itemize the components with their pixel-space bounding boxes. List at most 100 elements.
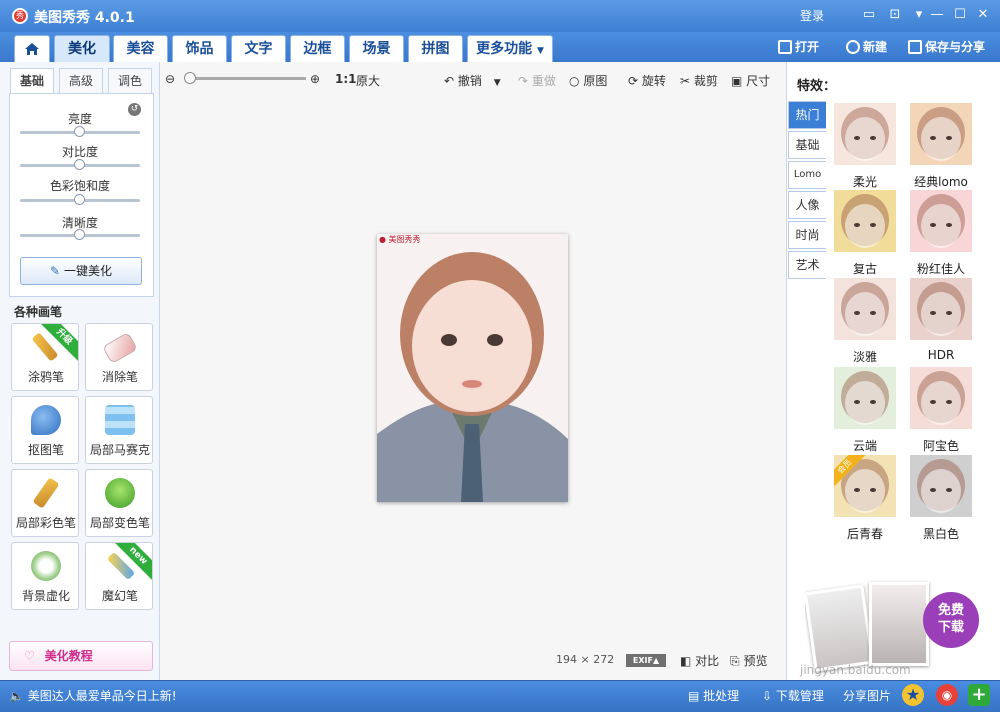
resize-label: 尺寸 (746, 74, 771, 88)
star-icon[interactable]: ★ (902, 684, 924, 706)
tool-label: 消除笔 (101, 370, 138, 384)
add-icon[interactable]: + (968, 684, 990, 706)
effect-preview (834, 190, 896, 252)
cutout-pen-tool[interactable]: 抠图笔 (11, 396, 79, 464)
resize-button[interactable]: ▣ 尺寸 (731, 72, 770, 89)
effect-thumbnail[interactable] (910, 190, 972, 252)
color-pen-tool[interactable]: 局部彩色笔 (11, 469, 79, 537)
new-button[interactable]: 新建 (846, 38, 887, 55)
compare-button[interactable]: ◧ 对比 (680, 652, 719, 669)
save-label: 保存与分享 (925, 40, 986, 54)
subtab-color[interactable]: 调色 (108, 68, 152, 94)
minimize-icon[interactable]: — (928, 6, 946, 24)
tab-beautify[interactable]: 美化 (54, 35, 110, 62)
effect-thumbnail[interactable] (910, 103, 972, 165)
rotate-button[interactable]: ⟳ 旋转 (628, 72, 666, 89)
scissors-icon: ✂ (680, 74, 691, 88)
news-ticker[interactable]: 🔈 美图达人最爱单品今日上新! (9, 687, 177, 704)
undo-button[interactable]: ↶ 撤销 ▼ (444, 72, 501, 89)
sharpness-slider-knob[interactable] (74, 229, 85, 240)
batch-label: 批处理 (703, 689, 740, 703)
effect-thumbnail[interactable] (834, 103, 896, 165)
ad-banner[interactable]: 免费 下载 (805, 580, 995, 675)
save-share-button[interactable]: 保存与分享 (908, 38, 985, 55)
fx-tab-fashion[interactable]: 时尚 (788, 221, 826, 249)
home-tab[interactable] (14, 35, 50, 62)
fx-tab-portrait[interactable]: 人像 (788, 191, 826, 219)
mosaic-tool[interactable]: 局部马赛克 (85, 396, 153, 464)
weibo-icon[interactable]: ◉ (936, 684, 958, 706)
original-size-button[interactable]: 原大 (356, 72, 380, 89)
effect-thumbnail[interactable] (910, 367, 972, 429)
redo-button[interactable]: ↷ 重做 (518, 72, 556, 89)
tab-text[interactable]: 文字 (231, 35, 286, 62)
share-image-button[interactable]: 分享图片 (843, 687, 891, 704)
zoom-slider-knob[interactable] (184, 72, 196, 84)
doodle-pen-tool[interactable]: 升级 涂鸦笔 (11, 323, 79, 391)
batch-button[interactable]: ▤ 批处理 (688, 687, 739, 704)
saturation-slider-knob[interactable] (74, 194, 85, 205)
message-icon[interactable]: ▭ (860, 6, 878, 24)
dimension-separator: × (580, 653, 590, 666)
eraser-pen-tool[interactable]: 消除笔 (85, 323, 153, 391)
effect-preview (910, 455, 972, 517)
watermark-text: 美图秀秀 (388, 235, 421, 244)
open-button[interactable]: 打开 (778, 38, 819, 55)
one-click-beautify-button[interactable]: ✎ 一键美化 (20, 257, 142, 285)
background-blur-tool[interactable]: 背景虚化 (11, 542, 79, 610)
login-link[interactable]: 登录 (800, 7, 824, 24)
effect-thumbnail[interactable] (834, 367, 896, 429)
fx-tab-art[interactable]: 艺术 (788, 251, 826, 279)
fx-tab-hot[interactable]: 热门 (788, 101, 826, 129)
preview-icon: ⎘ (730, 654, 740, 668)
effect-label: 阿宝色 (922, 439, 959, 453)
site-watermark: jingyan.baidu.com (800, 663, 911, 677)
maximize-icon[interactable]: ☐ (951, 6, 969, 24)
tab-accessories[interactable]: 饰品 (172, 35, 227, 62)
exif-button[interactable]: EXIF▲ (626, 654, 666, 667)
free-download-badge[interactable]: 免费 下载 (923, 592, 979, 648)
tab-scene[interactable]: 场景 (349, 35, 404, 62)
hand-icon: ♡ (24, 649, 35, 663)
crop-button[interactable]: ✂ 裁剪 (680, 72, 718, 89)
tool-label: 涂鸦笔 (27, 370, 64, 384)
tab-frame[interactable]: 边框 (290, 35, 345, 62)
tab-more-label: 更多功能 (476, 41, 533, 57)
effect-thumbnail[interactable]: 会员 (834, 455, 896, 517)
brightness-slider-knob[interactable] (74, 126, 85, 137)
contrast-slider-knob[interactable] (74, 159, 85, 170)
tab-more-features[interactable]: 更多功能 ▼ (467, 35, 553, 62)
skin-icon[interactable]: ⊡ (886, 6, 904, 24)
chevron-down-icon[interactable]: ▼ (494, 78, 501, 88)
fx-tab-basic[interactable]: 基础 (788, 131, 826, 159)
preview-button[interactable]: ⎘ 预览 (730, 652, 767, 669)
effect-thumbnail[interactable] (910, 455, 972, 517)
redo-label: 重做 (531, 74, 556, 88)
subtab-basic[interactable]: 基础 (10, 68, 54, 94)
zoom-ratio[interactable]: 1:1 (335, 72, 357, 86)
effect-thumbnail[interactable] (910, 278, 972, 340)
speaker-icon: 🔈 (9, 689, 24, 703)
original-image-button[interactable]: ○ 原图 (569, 72, 607, 89)
close-icon[interactable]: ✕ (974, 6, 992, 24)
beautify-tutorial-button[interactable]: ♡ 美化教程 (9, 641, 153, 671)
tab-beauty[interactable]: 美容 (113, 35, 168, 62)
recolor-pen-tool[interactable]: 局部变色笔 (85, 469, 153, 537)
effect-thumbnail[interactable] (834, 278, 896, 340)
menu-icon[interactable]: ▾ (910, 6, 928, 24)
effect-thumbnail[interactable] (834, 190, 896, 252)
tool-label: 背景虚化 (21, 589, 70, 603)
effect-preview (834, 103, 896, 165)
fx-tab-lomo[interactable]: Lomo (788, 161, 826, 189)
zoom-out-icon[interactable]: ⊖ (165, 72, 175, 86)
redo-icon: ↷ (518, 74, 529, 88)
photo-canvas[interactable]: ● 美图秀秀 (377, 234, 568, 502)
tab-collage[interactable]: 拼图 (408, 35, 463, 62)
chevron-down-icon: ▼ (536, 46, 544, 56)
download-label: 下载管理 (775, 689, 824, 703)
magic-pen-tool[interactable]: new 魔幻笔 (85, 542, 153, 610)
download-manager-button[interactable]: ⇩ 下载管理 (762, 687, 824, 704)
zoom-slider[interactable] (188, 77, 306, 80)
zoom-in-icon[interactable]: ⊕ (310, 72, 320, 86)
subtab-advanced[interactable]: 高级 (59, 68, 103, 94)
